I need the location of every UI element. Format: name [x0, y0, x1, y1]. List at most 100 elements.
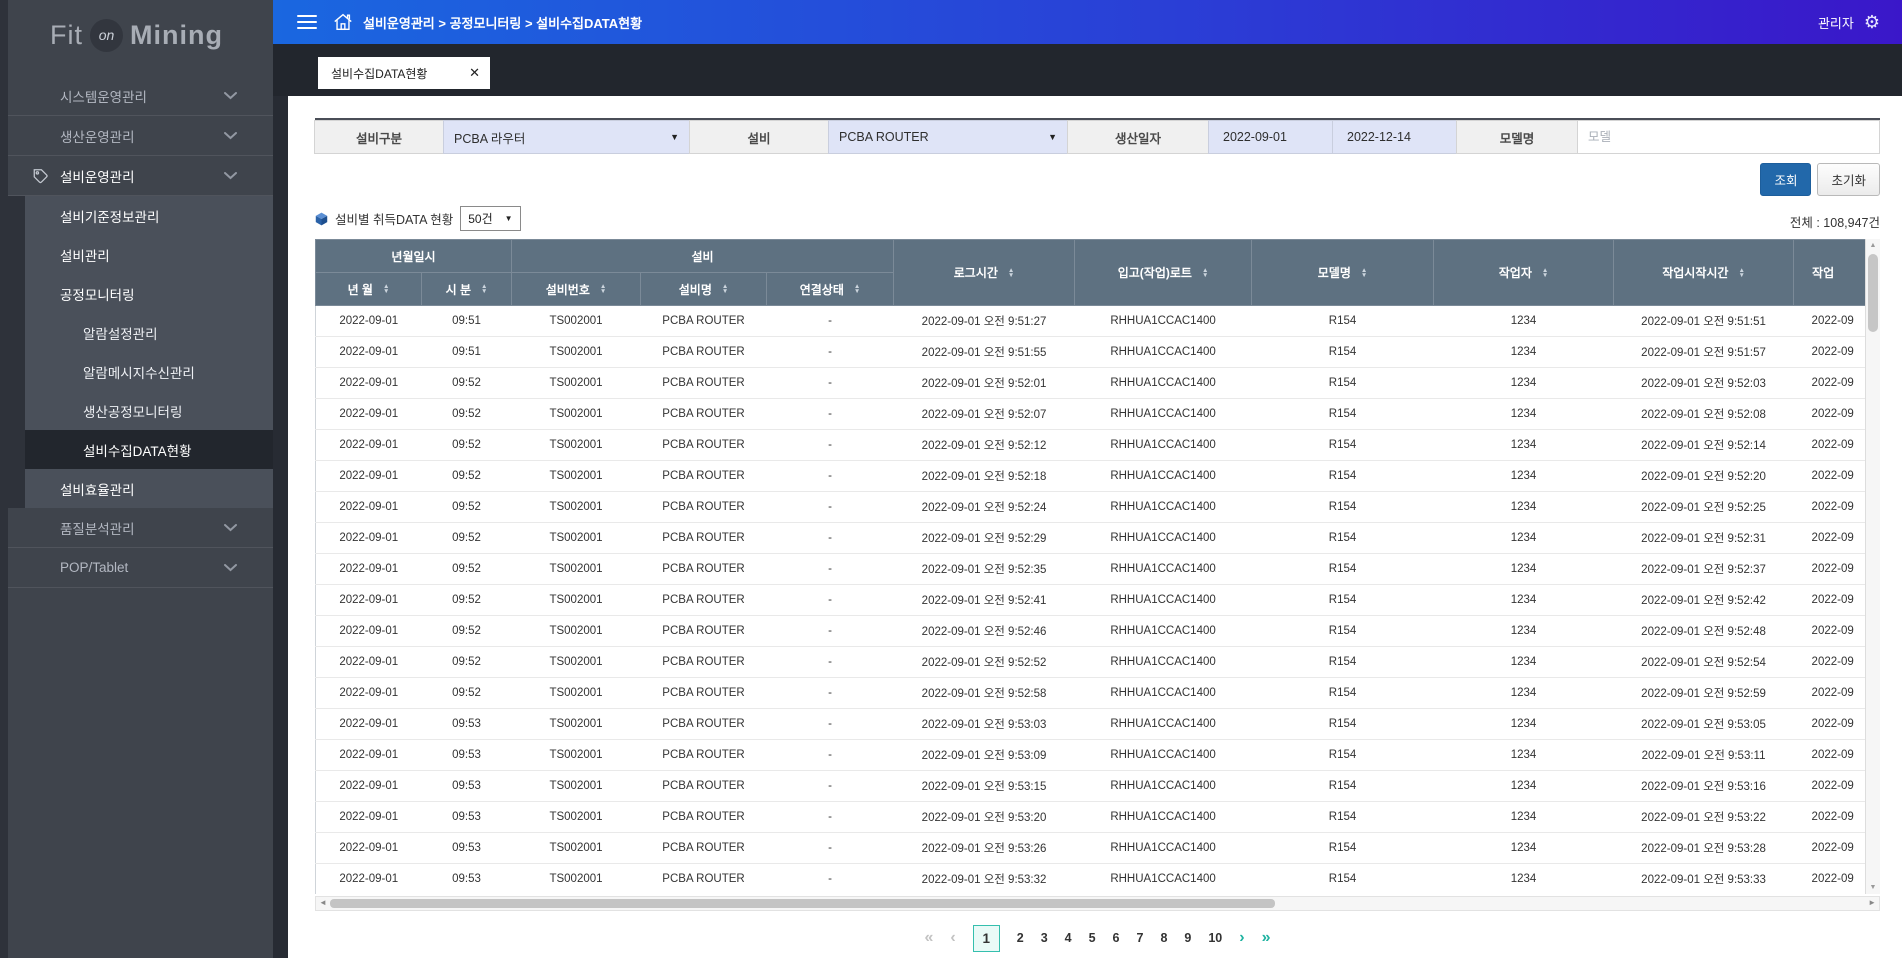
reset-button[interactable]: 초기화: [1817, 163, 1880, 196]
col-model[interactable]: 모델명▲▼: [1252, 240, 1434, 306]
sidebar-item-pop-tablet[interactable]: POP/Tablet: [0, 548, 273, 588]
sort-icon[interactable]: ▲▼: [1008, 268, 1014, 278]
sidebar-item-설비기준정보관리[interactable]: 설비기준정보관리: [0, 196, 273, 235]
col-equip-no[interactable]: 설비번호▲▼: [512, 273, 641, 306]
date-to-field[interactable]: 2022-12-14: [1332, 120, 1457, 154]
table-row[interactable]: 2022-09-0109:52TS002001PCBA ROUTER-2022-…: [316, 368, 1881, 399]
table-cell: 1234: [1434, 740, 1614, 771]
sort-icon[interactable]: ▲▼: [481, 284, 487, 294]
search-button[interactable]: 조회: [1760, 163, 1811, 196]
table-cell: 09:53: [422, 771, 512, 802]
table-cell: PCBA ROUTER: [641, 492, 767, 523]
tab-equip-data-status[interactable]: 설비수집DATA현황 ✕: [318, 57, 490, 89]
table-cell: 09:52: [422, 399, 512, 430]
pagination-prev-icon[interactable]: ‹: [950, 929, 955, 947]
pagination-page-2[interactable]: 2: [1017, 931, 1024, 945]
pagination-first-icon[interactable]: «: [925, 929, 934, 947]
table-cell: TS002001: [512, 678, 641, 709]
sidebar-item-알람설정관리[interactable]: 알람설정관리: [0, 313, 273, 352]
page-size-select[interactable]: 50건 ▼: [460, 206, 520, 231]
pagination-page-7[interactable]: 7: [1137, 931, 1144, 945]
vertical-scrollbar[interactable]: ▲ ▼: [1865, 239, 1880, 894]
table-cell: 2022-09-01: [316, 306, 422, 337]
pagination-page-3[interactable]: 3: [1041, 931, 1048, 945]
close-icon[interactable]: ✕: [469, 65, 480, 81]
table-row[interactable]: 2022-09-0109:52TS002001PCBA ROUTER-2022-…: [316, 647, 1881, 678]
pagination-page-1[interactable]: 1: [973, 925, 1000, 952]
table-row[interactable]: 2022-09-0109:52TS002001PCBA ROUTER-2022-…: [316, 523, 1881, 554]
col-group-equipment[interactable]: 설비: [512, 240, 894, 273]
pagination-page-4[interactable]: 4: [1065, 931, 1072, 945]
col-log-time[interactable]: 로그시간▲▼: [894, 240, 1075, 306]
hamburger-menu-icon[interactable]: [297, 15, 317, 29]
scroll-left-icon[interactable]: ◄: [319, 898, 327, 907]
pagination-next-icon[interactable]: ›: [1239, 929, 1244, 947]
table-cell: 2022-09-01: [316, 616, 422, 647]
table-row[interactable]: 2022-09-0109:53TS002001PCBA ROUTER-2022-…: [316, 864, 1881, 895]
col-worker[interactable]: 작업자▲▼: [1434, 240, 1614, 306]
col-hour-min[interactable]: 시 분▲▼: [422, 273, 512, 306]
col-conn-status[interactable]: 연결상태▲▼: [767, 273, 894, 306]
home-icon[interactable]: [332, 11, 354, 33]
sort-icon[interactable]: ▲▼: [1542, 268, 1548, 278]
sidebar-item-label: 설비운영관리: [60, 166, 135, 186]
table-row[interactable]: 2022-09-0109:53TS002001PCBA ROUTER-2022-…: [316, 709, 1881, 740]
pagination-page-6[interactable]: 6: [1113, 931, 1120, 945]
table-row[interactable]: 2022-09-0109:52TS002001PCBA ROUTER-2022-…: [316, 461, 1881, 492]
sort-icon[interactable]: ▲▼: [854, 284, 860, 294]
horizontal-scrollbar-thumb[interactable]: [330, 899, 1275, 908]
scroll-up-icon[interactable]: ▲: [1866, 242, 1880, 249]
gear-icon[interactable]: ⚙: [1864, 13, 1880, 31]
table-row[interactable]: 2022-09-0109:52TS002001PCBA ROUTER-2022-…: [316, 554, 1881, 585]
vertical-scrollbar-thumb[interactable]: [1868, 254, 1878, 332]
sort-icon[interactable]: ▲▼: [1738, 268, 1744, 278]
sort-icon[interactable]: ▲▼: [722, 284, 728, 294]
table-row[interactable]: 2022-09-0109:52TS002001PCBA ROUTER-2022-…: [316, 492, 1881, 523]
table-row[interactable]: 2022-09-0109:52TS002001PCBA ROUTER-2022-…: [316, 585, 1881, 616]
sidebar-item-공정모니터링[interactable]: 공정모니터링: [0, 274, 273, 313]
sidebar-item-품질분석관리[interactable]: 품질분석관리: [0, 508, 273, 548]
table-row[interactable]: 2022-09-0109:52TS002001PCBA ROUTER-2022-…: [316, 678, 1881, 709]
model-input[interactable]: [1578, 121, 1879, 153]
sort-icon[interactable]: ▲▼: [383, 284, 389, 294]
table-row[interactable]: 2022-09-0109:53TS002001PCBA ROUTER-2022-…: [316, 771, 1881, 802]
scroll-down-icon[interactable]: ▼: [1866, 884, 1880, 891]
sidebar-item-시스템운영관리[interactable]: 시스템운영관리: [0, 76, 273, 116]
col-year-month[interactable]: 년 월▲▼: [316, 273, 422, 306]
sidebar-item-설비관리[interactable]: 설비관리: [0, 235, 273, 274]
sort-icon[interactable]: ▲▼: [1202, 268, 1208, 278]
table-row[interactable]: 2022-09-0109:52TS002001PCBA ROUTER-2022-…: [316, 399, 1881, 430]
table-cell: R154: [1252, 709, 1434, 740]
scroll-right-icon[interactable]: ►: [1868, 898, 1876, 907]
table-row[interactable]: 2022-09-0109:51TS002001PCBA ROUTER-2022-…: [316, 306, 1881, 337]
table-cell: R154: [1252, 740, 1434, 771]
col-group-datetime[interactable]: 년월일시: [316, 240, 512, 273]
table-row[interactable]: 2022-09-0109:52TS002001PCBA ROUTER-2022-…: [316, 430, 1881, 461]
table-row[interactable]: 2022-09-0109:53TS002001PCBA ROUTER-2022-…: [316, 802, 1881, 833]
pagination-page-9[interactable]: 9: [1184, 931, 1191, 945]
sidebar-item-설비운영관리[interactable]: 설비운영관리: [0, 156, 273, 196]
date-from-field[interactable]: 2022-09-01: [1208, 120, 1333, 154]
sidebar-item-생산운영관리[interactable]: 생산운영관리: [0, 116, 273, 156]
sort-icon[interactable]: ▲▼: [1361, 268, 1367, 278]
equip-select[interactable]: PCBA ROUTER ▼: [828, 120, 1068, 154]
table-row[interactable]: 2022-09-0109:53TS002001PCBA ROUTER-2022-…: [316, 740, 1881, 771]
sidebar-item-설비수집data현황[interactable]: 설비수집DATA현황: [0, 430, 273, 469]
pagination-last-icon[interactable]: »: [1262, 929, 1271, 947]
sidebar-item-설비효율관리[interactable]: 설비효율관리: [0, 469, 273, 508]
col-lot[interactable]: 입고(작업)로트▲▼: [1075, 240, 1252, 306]
sidebar-item-생산공정모니터링[interactable]: 생산공정모니터링: [0, 391, 273, 430]
pagination-page-5[interactable]: 5: [1089, 931, 1096, 945]
horizontal-scrollbar[interactable]: ◄ ►: [315, 896, 1880, 911]
total-count: 전체 : 108,947건: [1790, 212, 1880, 231]
pagination-page-8[interactable]: 8: [1160, 931, 1167, 945]
sort-icon[interactable]: ▲▼: [600, 284, 606, 294]
pagination-page-10[interactable]: 10: [1208, 931, 1222, 945]
table-row[interactable]: 2022-09-0109:51TS002001PCBA ROUTER-2022-…: [316, 337, 1881, 368]
equip-type-select[interactable]: PCBA 라우터 ▼: [443, 120, 690, 154]
col-equip-name[interactable]: 설비명▲▼: [641, 273, 767, 306]
table-row[interactable]: 2022-09-0109:53TS002001PCBA ROUTER-2022-…: [316, 833, 1881, 864]
table-row[interactable]: 2022-09-0109:52TS002001PCBA ROUTER-2022-…: [316, 616, 1881, 647]
col-work-start[interactable]: 작업시작시간▲▼: [1614, 240, 1794, 306]
sidebar-item-알람메시지수신관리[interactable]: 알람메시지수신관리: [0, 352, 273, 391]
